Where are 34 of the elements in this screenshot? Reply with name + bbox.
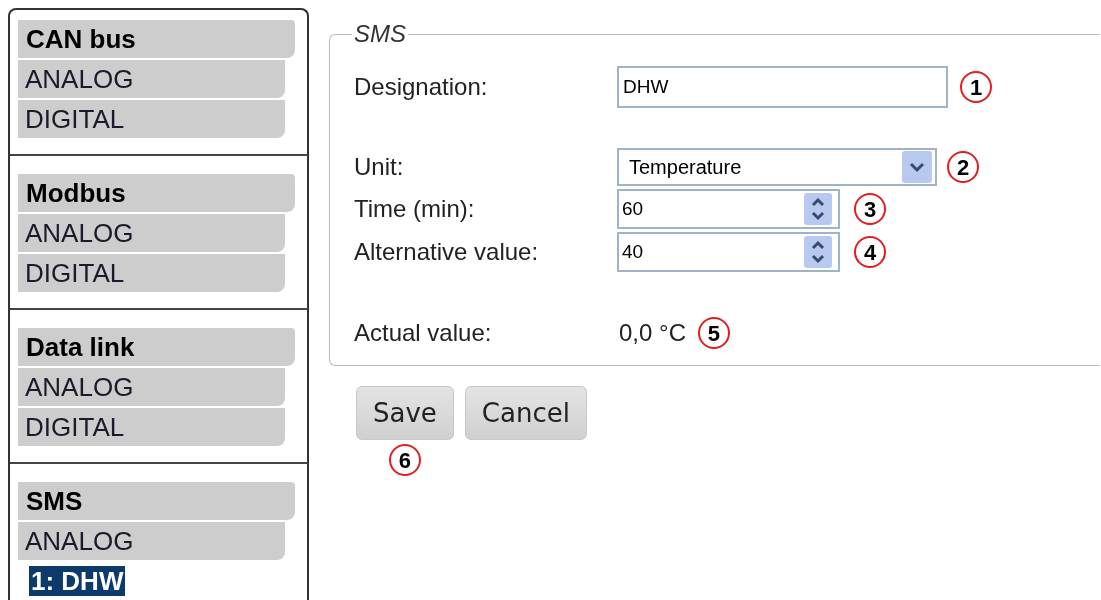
field-label: Designation:: [354, 72, 489, 102]
spinner-icon[interactable]: [804, 236, 832, 268]
callout-number: 3: [854, 193, 886, 225]
number-field[interactable]: 60: [617, 189, 840, 229]
chevron-down-icon: [902, 151, 932, 183]
sidebar-item[interactable]: DIGITAL: [18, 100, 285, 138]
actual-value: 0,0 °C: [618, 318, 686, 348]
sidebar-item[interactable]: ANALOG: [18, 522, 285, 560]
spinner-icon[interactable]: [804, 193, 832, 225]
unit-dropdown[interactable]: Temperature: [617, 148, 937, 186]
group-header[interactable]: SMS: [18, 482, 295, 520]
sidebar-item[interactable]: ANALOG: [18, 214, 285, 252]
callout-number: 2: [947, 151, 979, 183]
field-label: Alternative value:: [354, 237, 540, 267]
sidebar-item[interactable]: ANALOG: [18, 368, 285, 406]
callout-number: 1: [960, 71, 992, 103]
field-label: Actual value:: [354, 318, 493, 348]
group-header[interactable]: CAN bus: [18, 20, 295, 58]
sidebar-item[interactable]: ANALOG: [18, 60, 285, 98]
callout-number: 4: [854, 236, 886, 268]
callout-number: 5: [697, 317, 730, 349]
section-legend: SMS: [352, 16, 408, 52]
callout-number: 6: [388, 444, 421, 476]
designation-field[interactable]: DHW: [617, 66, 948, 108]
group-header[interactable]: Data link: [18, 328, 295, 366]
number-field[interactable]: 40: [617, 232, 840, 272]
form-button[interactable]: Save: [356, 386, 454, 440]
group-header[interactable]: Modbus: [18, 174, 295, 212]
field-label: Time (min):: [354, 194, 476, 224]
sidebar-item[interactable]: DIGITAL: [18, 408, 285, 446]
sidebar-item[interactable]: DIGITAL: [18, 254, 285, 292]
sidebar-item[interactable]: 1: DHW: [29, 566, 126, 596]
form-button[interactable]: Cancel: [464, 386, 587, 440]
field-label: Unit:: [354, 152, 405, 182]
